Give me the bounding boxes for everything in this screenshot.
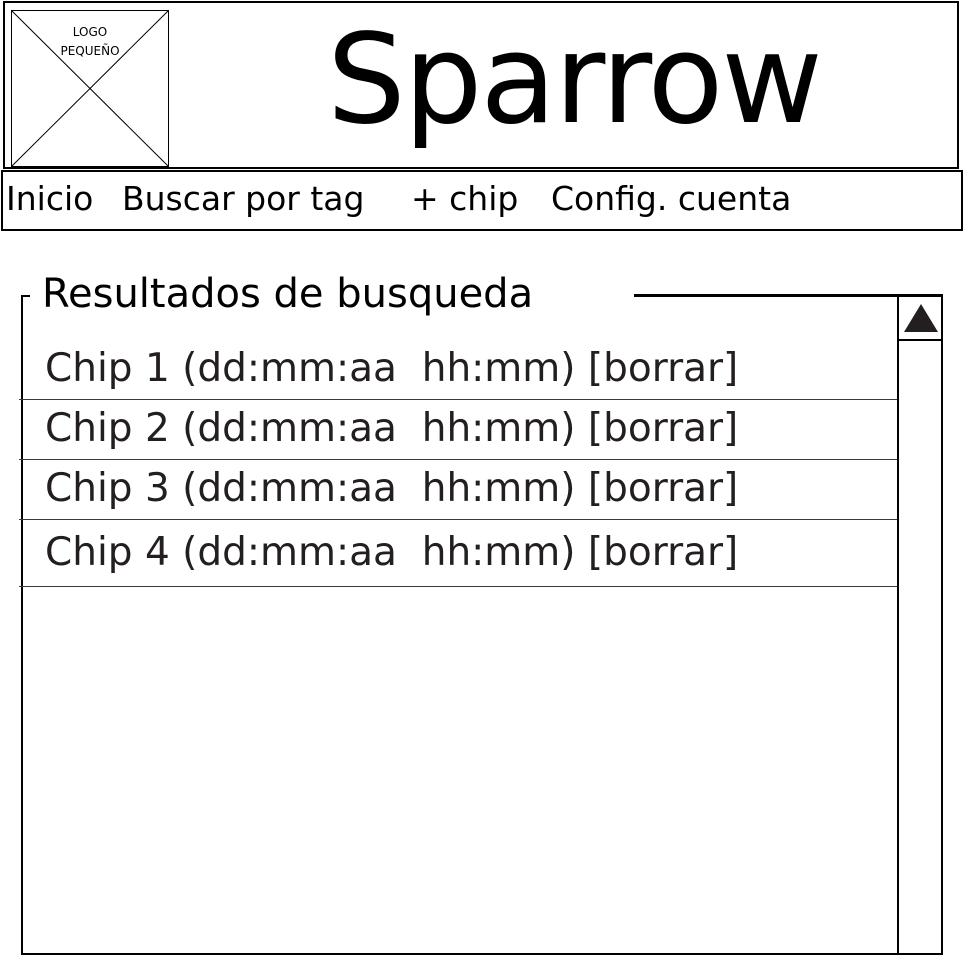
- results-list: Chip 1 (dd:mm:aa hh:mm) [borrar] Chip 2 …: [19, 340, 898, 587]
- result-row[interactable]: Chip 3 (dd:mm:aa hh:mm) [borrar]: [19, 460, 898, 520]
- scroll-up-button[interactable]: [899, 297, 941, 341]
- results-title: Resultados de busqueda: [42, 268, 540, 320]
- result-row-label: Chip 1 (dd:mm:aa hh:mm) [borrar]: [45, 346, 739, 391]
- nav-item-config-cuenta[interactable]: Config. cuenta: [551, 177, 791, 221]
- result-row-label: Chip 4 (dd:mm:aa hh:mm) [borrar]: [45, 530, 739, 575]
- nav-item-buscar-por-tag[interactable]: Buscar por tag: [122, 177, 364, 221]
- scrollbar[interactable]: [897, 297, 943, 955]
- nav-item-inicio[interactable]: Inicio: [6, 177, 93, 221]
- app-title: Sparrow: [327, 8, 823, 152]
- result-row[interactable]: Chip 4 (dd:mm:aa hh:mm) [borrar]: [19, 520, 898, 587]
- panel-border-top-left: [21, 295, 30, 297]
- nav-item-add-chip[interactable]: + chip: [411, 177, 518, 221]
- result-row[interactable]: Chip 2 (dd:mm:aa hh:mm) [borrar]: [19, 400, 898, 460]
- result-row[interactable]: Chip 1 (dd:mm:aa hh:mm) [borrar]: [19, 340, 898, 400]
- logo-placeholder[interactable]: LOGO PEQUEÑO: [11, 10, 169, 167]
- nav-bar: Inicio Buscar por tag + chip Config. cue…: [1, 170, 963, 231]
- result-row-label: Chip 2 (dd:mm:aa hh:mm) [borrar]: [45, 406, 739, 451]
- result-row-label: Chip 3 (dd:mm:aa hh:mm) [borrar]: [45, 466, 739, 511]
- triangle-up-icon: [904, 304, 938, 332]
- logo-label: LOGO PEQUEÑO: [60, 25, 120, 58]
- header: LOGO PEQUEÑO Sparrow: [3, 1, 959, 169]
